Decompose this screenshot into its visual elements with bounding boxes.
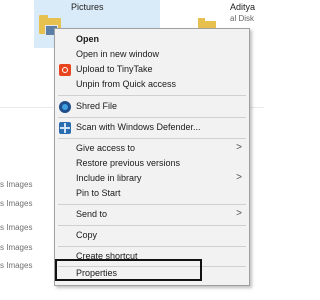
- menu-item-send-to[interactable]: Send to >: [55, 207, 249, 223]
- menu-separator: [58, 246, 246, 247]
- menu-item-include-library[interactable]: Include in library >: [55, 171, 249, 187]
- menu-item-scan-defender[interactable]: Scan with Windows Defender...: [55, 120, 249, 136]
- menu-item-label: Open: [76, 34, 100, 44]
- tinytake-icon: [59, 64, 71, 76]
- menu-item-label: Scan with Windows Defender...: [76, 122, 201, 132]
- menu-separator: [58, 95, 246, 96]
- menu-item-label: Include in library: [76, 173, 142, 183]
- menu-item-pin-start[interactable]: Pin to Start: [55, 186, 249, 202]
- menu-item-unpin-quick-access[interactable]: Unpin from Quick access: [55, 77, 249, 93]
- folder-sublabel: al Disk: [230, 14, 255, 23]
- list-item[interactable]: s Images: [0, 199, 32, 208]
- context-menu: Open Open in new window Upload to TinyTa…: [54, 28, 250, 286]
- list-item[interactable]: s Images: [0, 223, 32, 232]
- menu-separator: [58, 225, 246, 226]
- chevron-right-icon: >: [236, 172, 242, 183]
- menu-item-label: Restore previous versions: [76, 158, 181, 168]
- menu-item-give-access[interactable]: Give access to >: [55, 141, 249, 157]
- menu-item-shred-file[interactable]: Shred File: [55, 99, 249, 115]
- menu-item-label: Unpin from Quick access: [76, 79, 177, 89]
- menu-item-copy[interactable]: Copy: [55, 228, 249, 244]
- folder-label-pictures[interactable]: Pictures: [71, 2, 104, 12]
- menu-item-label: Copy: [76, 230, 98, 240]
- menu-item-restore-versions[interactable]: Restore previous versions: [55, 156, 249, 172]
- menu-item-upload-tinytake[interactable]: Upload to TinyTake: [55, 62, 249, 78]
- menu-item-label: Give access to: [76, 143, 136, 153]
- menu-item-open-new-window[interactable]: Open in new window: [55, 47, 249, 63]
- menu-item-label: Upload to TinyTake: [76, 64, 153, 74]
- list-item[interactable]: s Images: [0, 243, 32, 252]
- menu-item-label: Send to: [76, 209, 108, 219]
- menu-separator: [58, 204, 246, 205]
- chevron-right-icon: >: [236, 142, 242, 153]
- list-item[interactable]: s Images: [0, 261, 32, 270]
- menu-separator: [58, 138, 246, 139]
- defender-icon: [59, 122, 71, 134]
- list-item[interactable]: s Images: [0, 180, 32, 189]
- folder-label-aditya[interactable]: Aditya: [230, 2, 255, 12]
- menu-separator: [58, 117, 246, 118]
- menu-item-open[interactable]: Open: [55, 32, 249, 48]
- menu-item-label: Open in new window: [76, 49, 160, 59]
- properties-highlight-box: [55, 259, 202, 281]
- menu-item-label: Shred File: [76, 101, 118, 111]
- chevron-right-icon: >: [236, 208, 242, 219]
- shred-icon: [59, 101, 71, 113]
- menu-item-label: Pin to Start: [76, 188, 121, 198]
